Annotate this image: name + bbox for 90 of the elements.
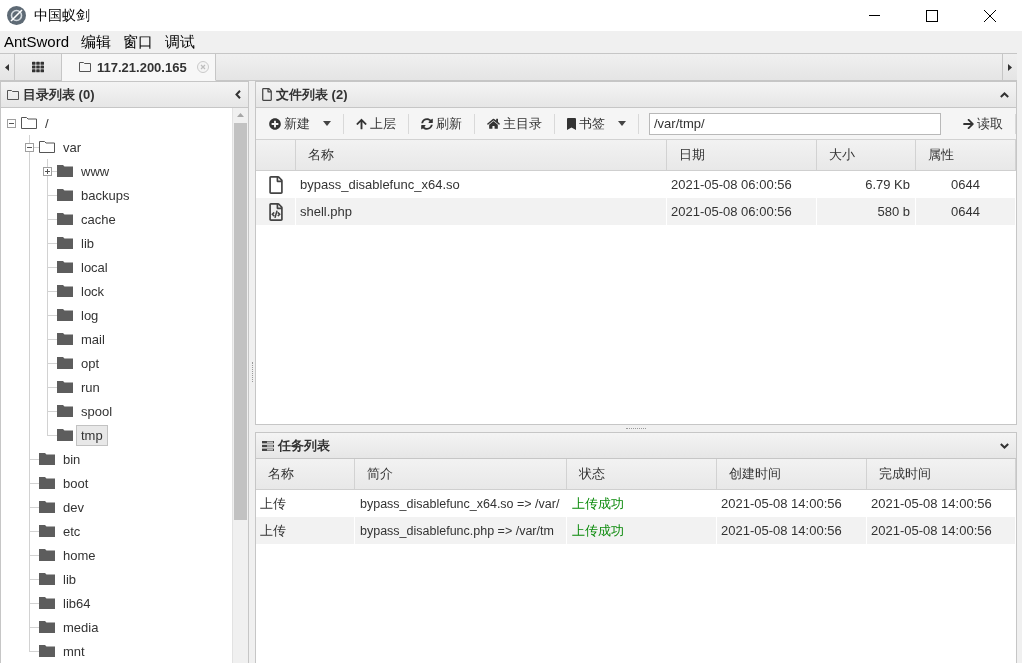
panel-title: 目录列表 (0)	[23, 85, 95, 104]
app-logo-icon	[7, 6, 26, 25]
minimize-icon	[868, 15, 880, 16]
tree-item[interactable]: spool	[76, 400, 118, 422]
tree-item[interactable]: mail	[76, 328, 110, 350]
tree-item[interactable]: local	[76, 256, 113, 278]
arrow-up-icon	[356, 117, 367, 130]
toolbar-button[interactable]: 书签	[555, 111, 638, 136]
bookmark-icon	[567, 117, 576, 130]
table-cell: 580 b	[817, 198, 916, 225]
column-header[interactable]: 名称	[296, 140, 667, 170]
tree-item[interactable]: lib	[58, 568, 81, 590]
folder-outline-icon	[21, 117, 37, 129]
column-header[interactable]: 完成时间	[867, 459, 1016, 489]
table-cell: 上传成功	[567, 517, 717, 544]
column-header[interactable]: 日期	[667, 140, 817, 170]
file-icon	[268, 175, 283, 194]
column-header[interactable]: 大小	[817, 140, 916, 170]
window-title: 中国蚁剑	[34, 6, 90, 25]
column-header[interactable]: 状态	[567, 459, 717, 489]
splitter-handle[interactable]	[251, 362, 253, 382]
scrollbar[interactable]	[232, 108, 248, 663]
folder-outline-icon	[7, 89, 19, 100]
chevron-left-icon[interactable]	[235, 90, 241, 99]
caret-down-icon	[618, 121, 626, 126]
toolbar-button[interactable]: 主目录	[475, 111, 554, 136]
panel-title: 任务列表	[278, 436, 330, 455]
chevron-up-icon[interactable]	[1000, 91, 1009, 98]
tab[interactable]: 117.21.200.165	[62, 54, 216, 81]
tree-item[interactable]: home	[58, 544, 101, 566]
tree-item[interactable]: run	[76, 376, 105, 398]
tree-item[interactable]: log	[76, 304, 104, 326]
code-file-icon	[268, 202, 283, 221]
caret-down-icon	[323, 121, 331, 126]
close-icon	[984, 9, 996, 22]
toolbar-button[interactable]: 上层	[344, 111, 408, 136]
table-cell: 2021-05-08 14:00:56	[867, 517, 1016, 544]
file-icon	[262, 88, 272, 101]
chevron-down-icon[interactable]	[1000, 442, 1009, 449]
tree-item[interactable]: www	[76, 160, 115, 182]
folder-outline-icon	[39, 141, 55, 153]
column-header[interactable]: 简介	[355, 459, 567, 489]
tree-item[interactable]: mnt	[58, 640, 90, 662]
tree-item[interactable]: dev	[58, 496, 89, 518]
minus-square-icon[interactable]	[25, 142, 34, 152]
tree-item[interactable]: opt	[76, 352, 105, 374]
column-header[interactable]: 创建时间	[717, 459, 867, 489]
tree-item[interactable]: media	[58, 616, 104, 638]
column-header[interactable]: 属性	[916, 140, 1016, 170]
scrollbar-thumb[interactable]	[234, 123, 247, 520]
grid-icon	[32, 61, 44, 73]
plus-square-icon[interactable]	[43, 166, 52, 176]
tree-item[interactable]: backups	[76, 184, 135, 206]
table-cell: bypass_disablefunc.php => /var/tm	[355, 517, 567, 544]
caret-right-icon	[1008, 63, 1012, 71]
tree-item[interactable]: /	[40, 112, 54, 134]
tree-item[interactable]: lock	[76, 280, 110, 302]
tree-item[interactable]: bin	[58, 448, 86, 470]
tree-item[interactable]: cache	[76, 208, 121, 230]
table-cell: 上传	[256, 517, 355, 544]
minus-square-icon[interactable]	[7, 118, 16, 128]
tree-item[interactable]: tmp	[76, 424, 108, 446]
toolbar-button[interactable]: 刷新	[409, 111, 474, 136]
tree-item[interactable]: lib64	[58, 592, 96, 614]
arrow-right-icon	[963, 117, 974, 130]
path-field[interactable]: /var/tmp/	[649, 112, 941, 135]
menu-item[interactable]: AntSword	[4, 32, 70, 52]
column-header[interactable]: 名称	[256, 459, 355, 489]
tree-item[interactable]: boot	[58, 472, 94, 494]
home-icon	[487, 117, 500, 130]
folder-icon	[57, 165, 73, 177]
table-cell: 0644	[916, 198, 1016, 225]
table-cell: 2021-05-08 06:00:56	[667, 198, 817, 225]
splitter-handle[interactable]	[626, 428, 646, 429]
read-button[interactable]: 读取	[951, 111, 1015, 136]
table-cell: shell.php	[296, 198, 667, 225]
refresh-icon	[421, 117, 433, 130]
caret-left-icon	[5, 63, 9, 71]
menu-item[interactable]: 编辑	[81, 32, 112, 52]
folder-outline-icon	[79, 62, 91, 72]
tree-item[interactable]: etc	[58, 520, 86, 542]
maximize-icon	[926, 9, 938, 22]
panel-title: 文件列表 (2)	[276, 85, 348, 104]
menu-item[interactable]: 调试	[165, 32, 196, 52]
table-cell: 2021-05-08 14:00:56	[717, 517, 867, 544]
toolbar-button[interactable]: 新建	[257, 111, 343, 136]
list-icon	[262, 440, 274, 451]
menu-item[interactable]: 窗口	[123, 32, 154, 52]
tree-item[interactable]: lib	[76, 232, 99, 254]
tree-item[interactable]: var	[58, 136, 87, 158]
